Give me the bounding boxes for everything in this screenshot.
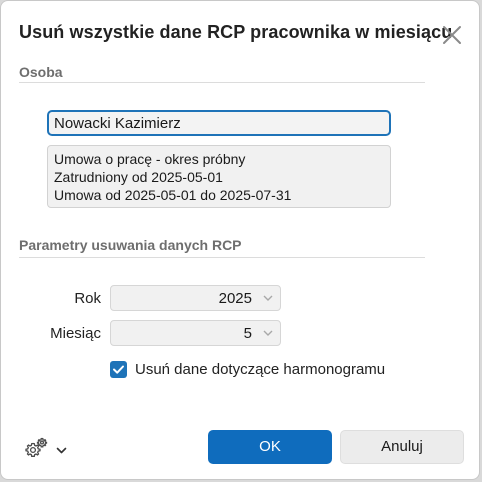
contract-info-line: Zatrudniony od 2025-05-01 — [54, 169, 223, 185]
contract-info-box: Umowa o pracę - okres próbny Zatrudniony… — [47, 145, 391, 208]
year-select-value: 2025 — [218, 290, 252, 307]
close-button[interactable] — [440, 23, 464, 47]
ok-button[interactable]: OK — [208, 430, 332, 464]
month-select-value: 5 — [243, 325, 252, 342]
month-select[interactable]: 5 — [110, 320, 281, 346]
person-section-label: Osoba — [19, 64, 63, 80]
checkmark-icon — [113, 365, 124, 374]
params-section-divider — [19, 257, 425, 258]
close-icon — [443, 26, 461, 44]
year-select[interactable]: 2025 — [110, 285, 281, 311]
chevron-down-icon — [263, 330, 273, 336]
year-label: Rok — [74, 290, 101, 307]
params-section-label: Parametry usuwania danych RCP — [19, 237, 242, 253]
person-name-field[interactable]: Nowacki Kazimierz — [47, 110, 391, 136]
chevron-down-icon — [263, 295, 273, 301]
contract-info-line: Umowa od 2025-05-01 do 2025-07-31 — [54, 187, 292, 203]
schedule-checkbox-label[interactable]: Usuń dane dotyczące harmonogramu — [135, 361, 385, 378]
contract-info-line: Umowa o pracę - okres próbny — [54, 151, 246, 167]
settings-button[interactable] — [24, 437, 48, 459]
schedule-checkbox[interactable] — [110, 361, 127, 378]
settings-dropdown-toggle[interactable] — [56, 442, 67, 460]
chevron-down-icon — [56, 447, 67, 454]
dialog-title: Usuń wszystkie dane RCP pracownika w mie… — [19, 22, 453, 42]
gear-icon — [25, 437, 48, 457]
dialog: Usuń wszystkie dane RCP pracownika w mie… — [0, 0, 480, 480]
month-label: Miesiąc — [50, 325, 101, 342]
person-section-divider — [19, 82, 425, 83]
cancel-button[interactable]: Anuluj — [340, 430, 464, 464]
